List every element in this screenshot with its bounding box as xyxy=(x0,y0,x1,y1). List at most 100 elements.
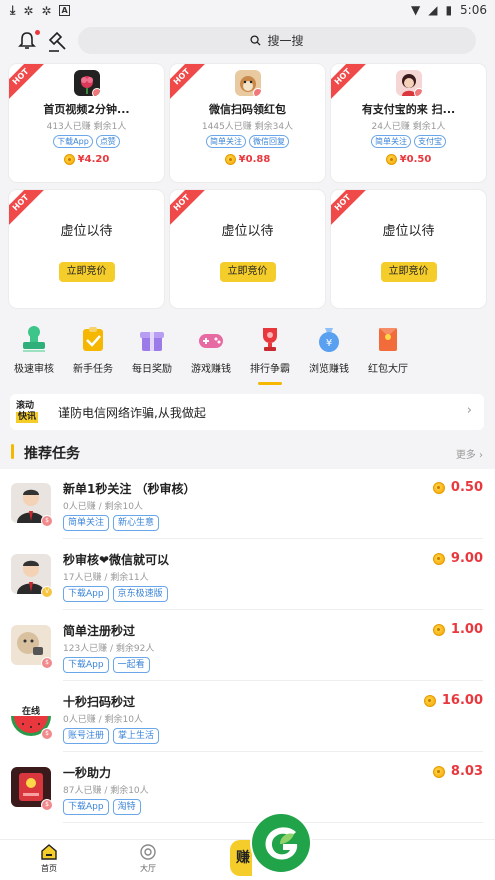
coin-icon xyxy=(63,154,75,165)
coin-icon xyxy=(432,552,445,565)
task-tag: 下载App xyxy=(63,657,109,673)
tab-hall[interactable]: 大厅 xyxy=(118,844,178,874)
svg-text:在线: 在线 xyxy=(22,705,40,717)
bid-slot-title: 虚位以待 xyxy=(60,224,113,239)
hot-task-card[interactable]: HOT 首页视频2分钟... 413人已赚 剩余1人 下载App 点赞 ¥4.2… xyxy=(9,64,164,182)
task-tag: 京东极速版 xyxy=(112,586,168,602)
section-accent-bar xyxy=(11,444,14,459)
task-title: 十秒扫码秒过 xyxy=(63,695,136,709)
task-title: 简单注册秒过 xyxy=(63,624,136,638)
tab-earn[interactable]: 赚 xyxy=(230,840,252,876)
coin-icon xyxy=(432,481,445,494)
bid-slot-title: 虚位以待 xyxy=(221,224,274,239)
task-avatar xyxy=(73,70,100,96)
task-price: 8.03 xyxy=(450,764,483,779)
avatar-badge: $ xyxy=(41,657,53,669)
hall-icon xyxy=(139,844,157,860)
nav-item-red-envelope[interactable]: 红包大厅 xyxy=(358,318,418,375)
status-bar: ⤓ ✲ ✲ A ▼ ◢ ▮ 5:06 xyxy=(0,0,495,22)
nav-label: 游戏赚钱 xyxy=(191,364,231,375)
notice-text: 谨防电信网络诈骗,从我做起 xyxy=(58,406,206,420)
task-row[interactable]: $ 一秒助力 87人已赚 / 剩余10人 下载App 淘特 8.03 xyxy=(0,753,495,823)
wifi-icon: ▼ xyxy=(410,3,421,17)
top-bar: 搜一搜 xyxy=(0,22,495,60)
tab-label: 首页 xyxy=(41,864,57,873)
task-tag: 一起看 xyxy=(112,657,150,673)
svg-text:¥: ¥ xyxy=(326,338,332,349)
stamp-icon xyxy=(19,324,49,354)
a-icon: A xyxy=(59,5,70,16)
section-title: 推荐任务 xyxy=(24,446,80,462)
bid-now-button[interactable]: 立即竞价 xyxy=(380,262,437,282)
signal-off-icon: ◢ xyxy=(428,3,438,17)
bid-slot-title: 虚位以待 xyxy=(382,224,435,239)
task-price: ¥4.20 xyxy=(77,154,110,165)
nav-selected-indicator xyxy=(258,382,282,385)
gift-icon xyxy=(137,324,167,354)
nav-item-browse-earn[interactable]: ¥ 浏览赚钱 xyxy=(299,318,359,375)
task-tag: 账号注册 xyxy=(63,728,110,744)
tab-home[interactable]: 首页 xyxy=(19,844,79,874)
task-stats: 0人已赚 / 剩余10人 xyxy=(63,715,143,725)
task-price: 9.00 xyxy=(450,551,483,566)
task-stats: 0人已赚 / 剩余10人 xyxy=(63,502,143,512)
task-tag: 简单关注 xyxy=(63,515,110,531)
task-row[interactable]: V 秒审核❤微信就可以 17人已赚 / 剩余11人 下载App 京东极速版 9.… xyxy=(0,540,495,610)
task-row[interactable]: $ 简单注册秒过 123人已赚 / 剩余92人 下载App 一起看 1.00 xyxy=(0,611,495,681)
task-title: 首页视频2分钟... xyxy=(43,103,130,116)
hot-badge: HOT xyxy=(331,64,368,102)
more-link[interactable]: 更多 › xyxy=(456,446,483,461)
task-icon xyxy=(78,324,108,354)
game-icon: ✲ xyxy=(41,3,52,18)
battery-icon: ▮ xyxy=(445,3,453,17)
task-tag: 淘特 xyxy=(112,799,141,815)
gamepad-icon xyxy=(196,324,226,354)
task-tag: 简单关注 xyxy=(371,135,411,148)
coin-icon xyxy=(224,154,236,165)
task-title: 秒审核❤微信就可以 xyxy=(63,553,170,567)
coin-icon xyxy=(432,765,445,778)
task-title: 有支付宝的来 扫... xyxy=(361,103,456,116)
bid-slot-card: HOT 虚位以待 立即竞价 xyxy=(331,190,486,308)
bid-now-button[interactable]: 立即竞价 xyxy=(58,262,115,282)
task-tag: 微信回复 xyxy=(249,135,289,148)
avatar-badge: $ xyxy=(41,728,53,740)
task-stats: 24人已赚 剩余1人 xyxy=(371,122,446,132)
task-stats: 87人已赚 / 剩余10人 xyxy=(63,786,149,796)
nav-item-ranking[interactable]: 排行争霸 xyxy=(240,318,300,375)
nav-label: 新手任务 xyxy=(73,364,113,375)
task-tag: 掌上生活 xyxy=(113,728,160,744)
search-bar[interactable]: 搜一搜 xyxy=(78,27,476,54)
app-logo-icon[interactable] xyxy=(250,812,312,874)
coin-icon xyxy=(423,694,436,707)
category-nav: 极速审核 新手任务 每日奖励 游戏赚钱 排行争霸 ¥ 浏览赚钱 红包大厅 xyxy=(0,318,495,385)
task-stats: 17人已赚 / 剩余11人 xyxy=(63,573,149,583)
download-icon: ⤓ xyxy=(10,3,16,17)
notice-bar[interactable]: 滚动 快讯 谨防电信网络诈骗,从我做起 › xyxy=(10,394,484,430)
search-placeholder: 搜一搜 xyxy=(267,34,304,48)
nav-item-fast-review[interactable]: 极速审核 xyxy=(4,318,64,375)
hammer-icon[interactable] xyxy=(46,31,68,53)
hot-task-card[interactable]: HOT 微信扫码领红包 1445人已赚 剩余34人 简单关注 微信回复 ¥0.8… xyxy=(170,64,325,182)
task-list: $ 新单1秒关注 （秒审核） 0人已赚 / 剩余10人 简单关注 新心生意 0.… xyxy=(0,469,495,839)
clock: 5:06 xyxy=(460,3,487,17)
nav-label: 每日奖励 xyxy=(132,364,172,375)
hot-task-card[interactable]: HOT 有支付宝的来 扫... 24人已赚 剩余1人 简单关注 支付宝 ¥0.5… xyxy=(331,64,486,182)
task-row[interactable]: $ 新单1秒关注 （秒审核） 0人已赚 / 剩余10人 简单关注 新心生意 0.… xyxy=(0,469,495,539)
nav-item-newbie-task[interactable]: 新手任务 xyxy=(63,318,123,375)
search-icon xyxy=(250,35,262,46)
task-price: 0.50 xyxy=(450,480,483,495)
bid-now-button[interactable]: 立即竞价 xyxy=(219,262,276,282)
task-tag: 点赞 xyxy=(95,135,120,148)
task-tag: 下载App xyxy=(63,586,109,602)
bell-icon[interactable] xyxy=(17,31,37,51)
nav-item-game-earn[interactable]: 游戏赚钱 xyxy=(181,318,241,375)
notification-dot xyxy=(35,30,40,35)
coin-icon xyxy=(385,154,397,165)
task-row[interactable]: 在线 $ 十秒扫码秒过 0人已赚 / 剩余10人 账号注册 掌上生活 16.00 xyxy=(0,682,495,752)
task-stats: 1445人已赚 剩余34人 xyxy=(201,122,294,132)
chevron-right-icon: › xyxy=(466,403,472,418)
avatar-badge: V xyxy=(41,586,53,598)
nav-item-daily-reward[interactable]: 每日奖励 xyxy=(122,318,182,375)
home-icon xyxy=(40,844,58,860)
